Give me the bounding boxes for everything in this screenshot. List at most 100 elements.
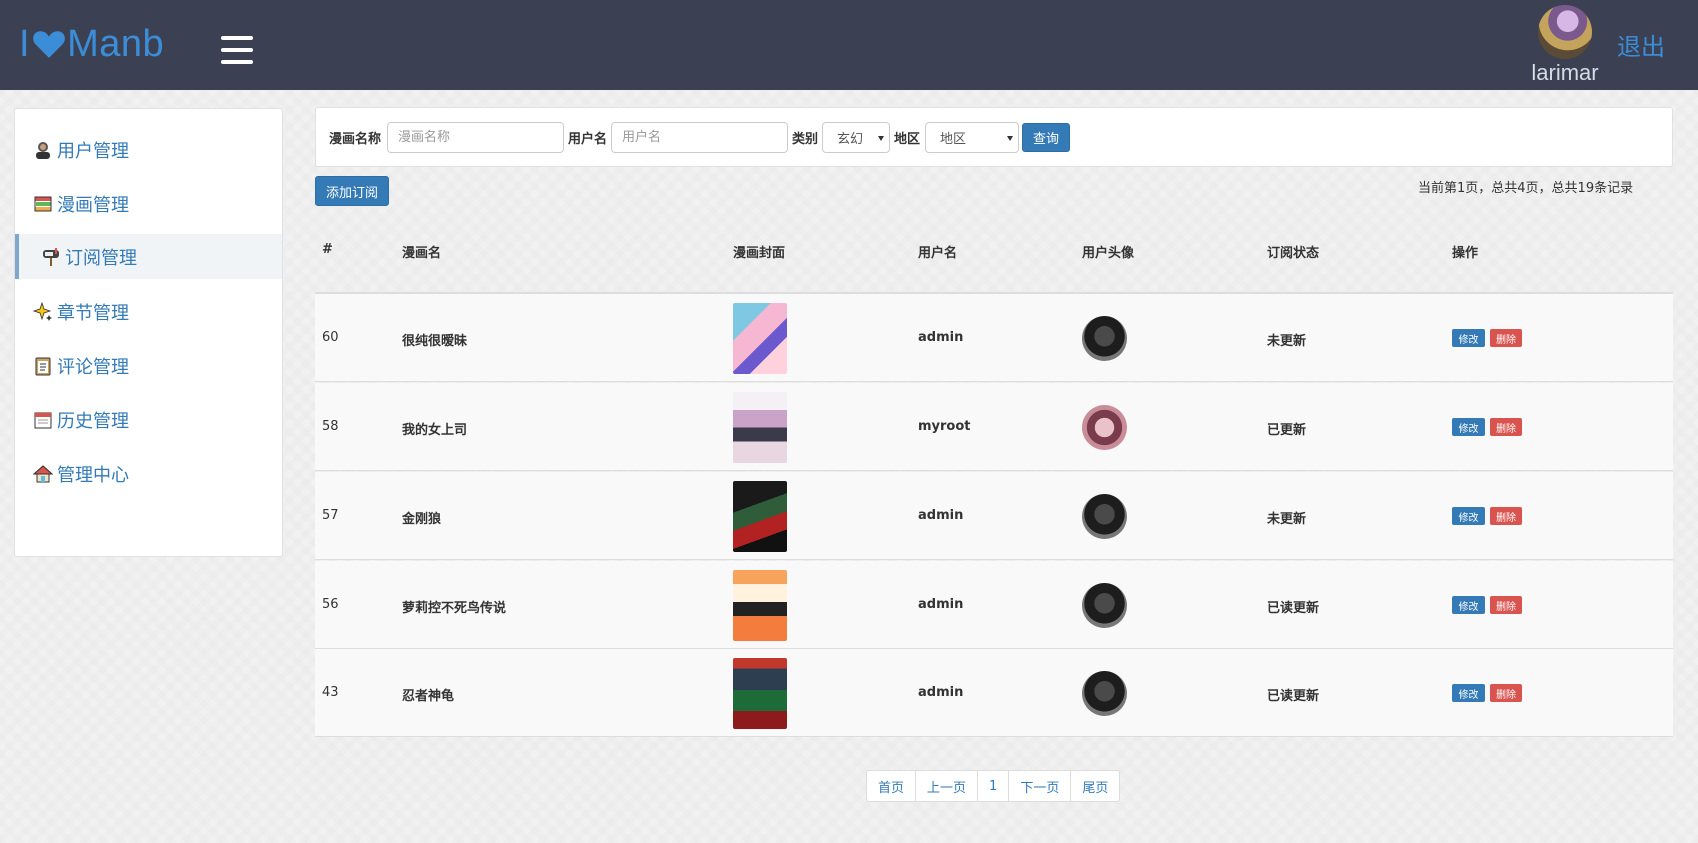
- region-label: 地区: [894, 132, 921, 147]
- first-page-link[interactable]: 首页: [867, 771, 917, 801]
- logout-link[interactable]: 退出: [1617, 27, 1665, 62]
- delete-button[interactable]: 删除: [1490, 684, 1522, 702]
- row-id: 58: [322, 419, 339, 434]
- row-username: admin: [918, 508, 964, 523]
- comic-name-label: 漫画名称: [329, 132, 382, 147]
- row-status: 未更新: [1267, 334, 1307, 349]
- category-select[interactable]: 玄幻: [822, 122, 890, 153]
- category-select-value: 玄幻: [837, 132, 864, 147]
- sidebar-item-admin-center[interactable]: 管理中心: [15, 451, 282, 496]
- row-comic-name: 我的女上司: [402, 423, 468, 438]
- table-header: # 漫画名 漫画封面 用户名 用户头像 订阅状态 操作: [315, 210, 1673, 294]
- site-logo[interactable]: I Manb: [19, 22, 164, 66]
- menu-toggle-button[interactable]: [221, 36, 253, 64]
- row-username: admin: [918, 685, 964, 700]
- edit-button[interactable]: 修改: [1452, 507, 1485, 525]
- comic-cover-image: [733, 392, 787, 463]
- add-subscription-button[interactable]: 添加订阅: [315, 176, 389, 206]
- calendar-icon: [34, 412, 52, 428]
- row-user-avatar: [1082, 671, 1127, 716]
- row-status: 已更新: [1267, 423, 1307, 438]
- heart-icon: [33, 31, 65, 58]
- row-username: myroot: [918, 419, 971, 434]
- comic-name-input[interactable]: [387, 122, 564, 153]
- house-icon: [33, 464, 53, 482]
- username-input[interactable]: [611, 122, 788, 153]
- logo-text-left: I: [19, 22, 31, 65]
- prev-page-link[interactable]: 上一页: [916, 771, 979, 801]
- column-header: 漫画名: [402, 246, 442, 261]
- books-icon: [34, 196, 52, 211]
- sidebar-item-history[interactable]: 历史管理: [15, 397, 282, 442]
- menu-bar: [221, 48, 253, 52]
- row-id: 57: [322, 508, 339, 523]
- delete-button[interactable]: 删除: [1490, 507, 1522, 525]
- clipboard-icon: [35, 357, 51, 375]
- row-comic-name: 很纯很暧昧: [402, 334, 468, 349]
- menu-bar: [221, 36, 253, 40]
- edit-button[interactable]: 修改: [1452, 684, 1485, 702]
- menu-bar: [221, 60, 253, 64]
- sidebar-item-subscriptions[interactable]: 订阅管理: [15, 234, 282, 279]
- row-id: 60: [322, 330, 339, 345]
- row-comic-name: 忍者神龟: [402, 689, 455, 704]
- table-row: 56 萝莉控不死鸟传说 admin 已读更新 修改 删除: [315, 561, 1673, 649]
- sidebar-item-label: 漫画管理: [57, 194, 129, 216]
- sidebar-item-label: 评论管理: [57, 356, 129, 378]
- row-user-avatar: [1082, 405, 1127, 450]
- row-comic-name: 萝莉控不死鸟传说: [402, 601, 507, 616]
- table-row: 60 很纯很暧昧 admin 未更新 修改 删除: [315, 294, 1673, 382]
- page-info-text: 当前第1页，总共4页，总共19条记录: [1418, 181, 1634, 196]
- delete-button[interactable]: 删除: [1490, 329, 1522, 347]
- sidebar-item-label: 历史管理: [57, 410, 129, 432]
- search-form: 漫画名称 用户名 类别 玄幻 地区 地区 查询: [315, 107, 1673, 167]
- column-header: 漫画封面: [733, 246, 786, 261]
- edit-button[interactable]: 修改: [1452, 418, 1485, 436]
- row-user-avatar: [1082, 316, 1127, 361]
- column-header: 用户名: [918, 246, 958, 261]
- next-page-link[interactable]: 下一页: [1009, 771, 1072, 801]
- sidebar-item-comics[interactable]: 漫画管理: [15, 181, 282, 226]
- chevron-down-icon: [1007, 136, 1013, 141]
- table-row: 43 忍者神龟 admin 已读更新 修改 删除: [315, 649, 1673, 737]
- row-status: 已读更新: [1267, 601, 1320, 616]
- page-number-link[interactable]: 1: [978, 771, 1010, 801]
- current-username: larimar: [1531, 60, 1599, 85]
- top-navbar: I Manb larimar 退出: [0, 0, 1698, 90]
- table-row: 57 金刚狼 admin 未更新 修改 删除: [315, 472, 1673, 560]
- delete-button[interactable]: 删除: [1490, 418, 1522, 436]
- last-page-link[interactable]: 尾页: [1071, 771, 1119, 801]
- comic-cover-image: [733, 658, 787, 729]
- edit-button[interactable]: 修改: [1452, 596, 1485, 614]
- sidebar-item-label: 用户管理: [57, 140, 129, 162]
- chevron-down-icon: [878, 136, 884, 141]
- sparkle-icon: [33, 301, 52, 321]
- column-header: 操作: [1452, 246, 1479, 261]
- row-user-avatar: [1082, 494, 1127, 539]
- region-select[interactable]: 地区: [925, 122, 1019, 153]
- sidebar-item-comments[interactable]: 评论管理: [15, 343, 282, 388]
- query-button[interactable]: 查询: [1022, 123, 1070, 152]
- sidebar-item-users[interactable]: 用户管理: [15, 127, 282, 172]
- sidebar-item-label: 管理中心: [57, 464, 129, 486]
- pagination: 首页 上一页 1 下一页 尾页: [866, 770, 1121, 802]
- comic-cover-image: [733, 570, 787, 641]
- delete-button[interactable]: 删除: [1490, 596, 1522, 614]
- region-select-value: 地区: [940, 132, 967, 147]
- row-status: 已读更新: [1267, 689, 1320, 704]
- row-comic-name: 金刚狼: [402, 512, 442, 527]
- edit-button[interactable]: 修改: [1452, 329, 1485, 347]
- mailbox-icon: [43, 247, 59, 266]
- row-status: 未更新: [1267, 512, 1307, 527]
- sidebar: 用户管理 漫画管理 订阅管理 章节管理 评论管理 历史管理 管理中心: [14, 108, 283, 557]
- comic-cover-image: [733, 303, 787, 374]
- sidebar-item-chapters[interactable]: 章节管理: [15, 289, 282, 334]
- row-username: admin: [918, 330, 964, 345]
- row-username: admin: [918, 597, 964, 612]
- user-avatar[interactable]: [1538, 5, 1592, 59]
- comic-cover-image: [733, 481, 787, 552]
- sidebar-item-label: 订阅管理: [65, 247, 137, 269]
- column-header: 用户头像: [1082, 246, 1135, 261]
- table-row: 58 我的女上司 myroot 已更新 修改 删除: [315, 383, 1673, 471]
- logo-text-right: Manb: [67, 22, 165, 65]
